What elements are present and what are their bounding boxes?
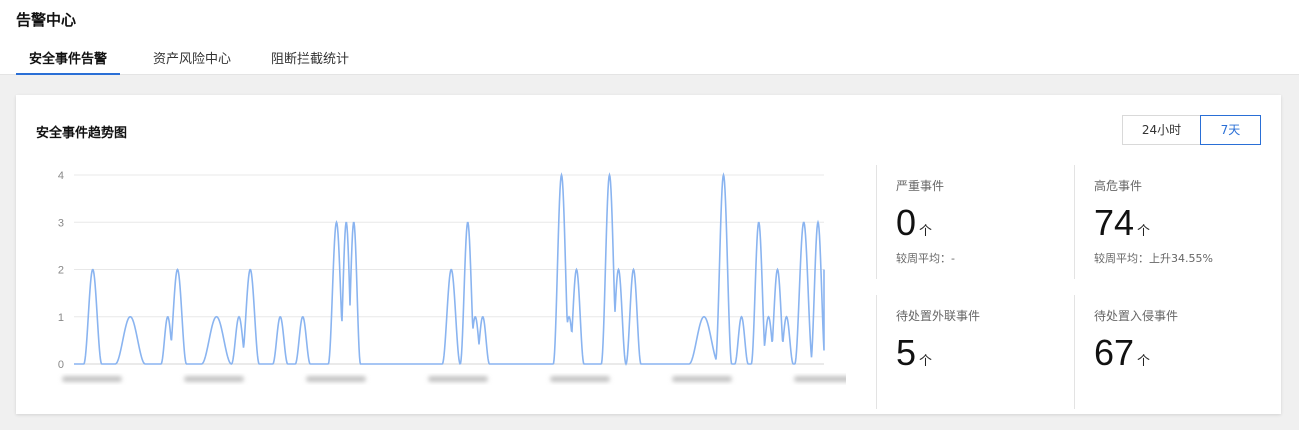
card-title: 安全事件趋势图 bbox=[36, 126, 128, 141]
x-tick-label-blurred bbox=[428, 376, 488, 382]
page-title: 告警中心 bbox=[16, 11, 77, 29]
tab-security-events[interactable]: 安全事件告警 bbox=[16, 50, 120, 75]
stat-pending-outbound: 待处置外联事件 5个 bbox=[876, 295, 1074, 409]
stat-pending-intrusion: 待处置入侵事件 67 个 bbox=[1074, 295, 1272, 409]
stat-value: 0个 bbox=[896, 201, 932, 254]
stat-label: 高危事件 bbox=[1094, 179, 1143, 193]
stat-unit: 个 bbox=[919, 224, 933, 239]
x-tick-label-blurred bbox=[306, 376, 366, 382]
stat-number: 74 bbox=[1094, 202, 1135, 243]
stat-label: 严重事件 bbox=[896, 179, 945, 193]
tab-asset-risk[interactable]: 资产风险中心 bbox=[144, 50, 240, 75]
y-tick-label: 2 bbox=[58, 265, 64, 277]
stat-number: 0 bbox=[896, 202, 917, 243]
x-tick-label-blurred bbox=[794, 376, 846, 382]
stat-unit: 个 bbox=[1137, 354, 1151, 369]
tab-bar: 安全事件告警 资产风险中心 阻断拦截统计 bbox=[16, 50, 358, 75]
stat-value: 67 个 bbox=[1094, 331, 1150, 384]
x-tick-label-blurred bbox=[184, 376, 244, 382]
y-tick-label: 1 bbox=[58, 312, 64, 324]
time-range-toggle: 24小时 7天 bbox=[1122, 115, 1261, 145]
stat-compare: 较周平均：- bbox=[896, 252, 955, 265]
stat-compare: 较周平均：上升34.55% bbox=[1094, 252, 1213, 265]
stat-label: 待处置外联事件 bbox=[896, 309, 981, 323]
x-tick-label-blurred bbox=[550, 376, 610, 382]
tab-block-stats[interactable]: 阻断拦截统计 bbox=[262, 50, 358, 75]
x-axis-labels bbox=[62, 376, 846, 382]
chart-grid bbox=[74, 174, 824, 365]
x-tick-label-blurred bbox=[62, 376, 122, 382]
stat-label: 待处置入侵事件 bbox=[1094, 309, 1179, 323]
stat-value: 74 个 bbox=[1094, 201, 1150, 254]
y-tick-label: 3 bbox=[58, 217, 64, 229]
stat-critical-events: 严重事件 0个 较周平均：- bbox=[876, 165, 1074, 279]
stat-unit: 个 bbox=[919, 354, 933, 369]
y-tick-label: 4 bbox=[58, 170, 64, 182]
x-tick-label-blurred bbox=[672, 376, 732, 382]
stat-value: 5个 bbox=[896, 331, 932, 384]
y-tick-label: 0 bbox=[58, 359, 64, 371]
stat-number: 67 bbox=[1094, 332, 1135, 373]
trend-card: 安全事件趋势图 24小时 7天 01234 严重事件 0个 较周平均：- 高危事… bbox=[16, 95, 1281, 414]
header-bar: 告警中心 安全事件告警 资产风险中心 阻断拦截统计 bbox=[0, 0, 1299, 75]
stat-high-risk-events: 高危事件 74 个 较周平均：上升34.55% bbox=[1074, 165, 1272, 279]
range-7d-button[interactable]: 7天 bbox=[1200, 115, 1261, 145]
trend-line-chart: 0 1 2 3 4 bbox=[58, 170, 846, 382]
y-axis-ticks: 0 1 2 3 4 bbox=[58, 170, 64, 371]
stat-unit: 个 bbox=[1137, 224, 1151, 239]
range-24h-button[interactable]: 24小时 bbox=[1122, 115, 1200, 145]
stat-number: 5 bbox=[896, 332, 917, 373]
